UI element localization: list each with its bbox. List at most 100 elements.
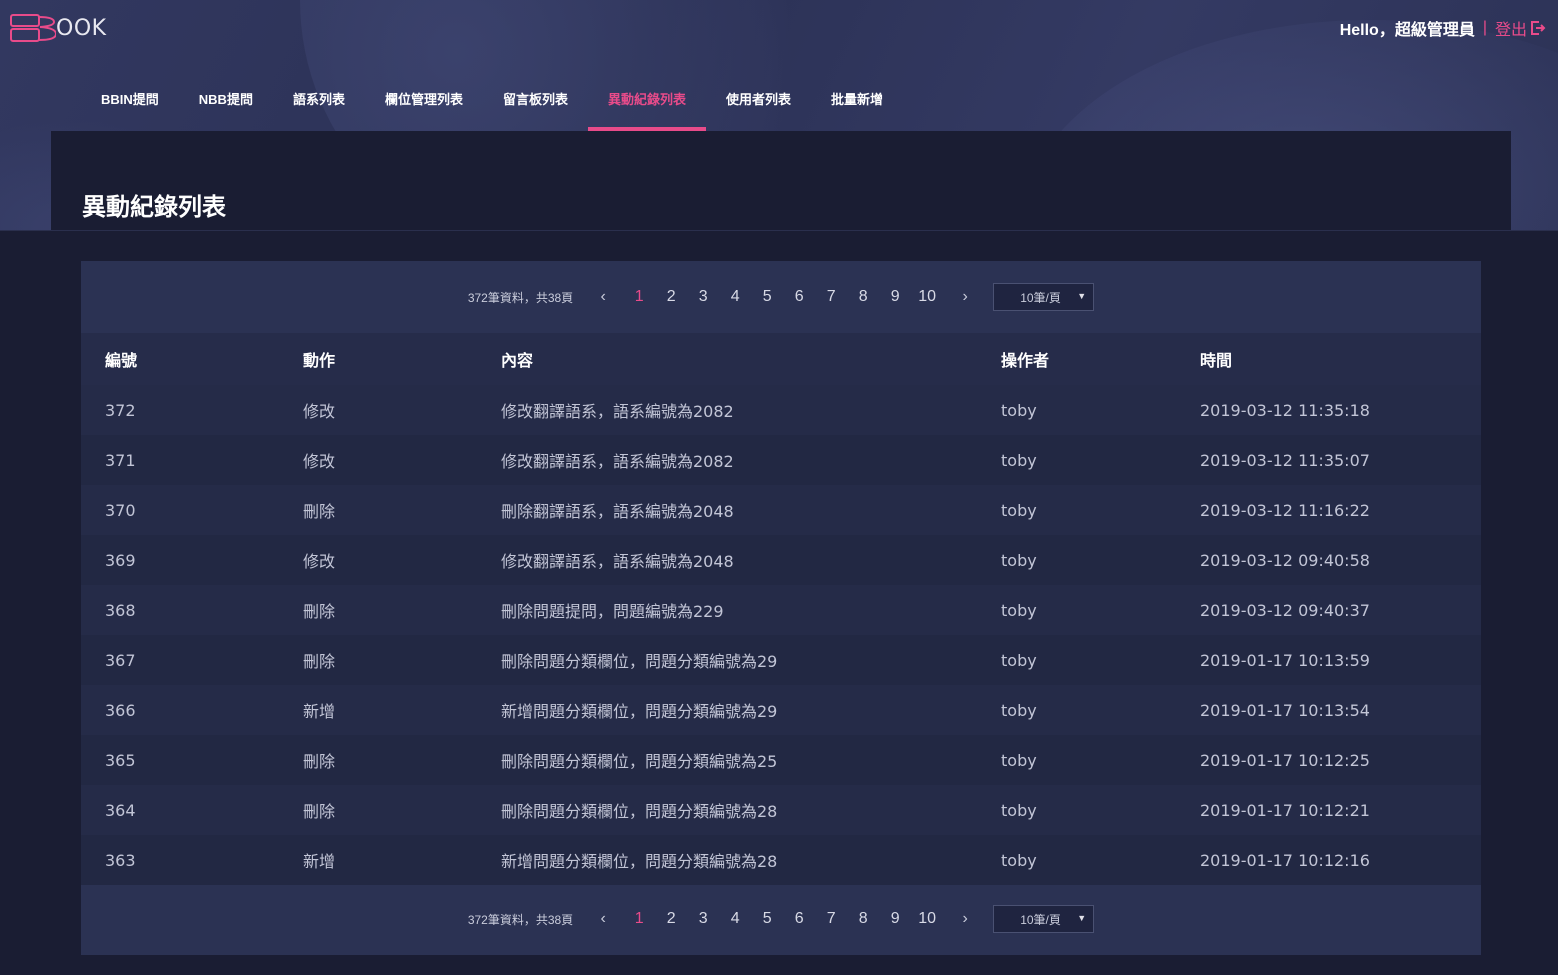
nav-item-fields[interactable]: 欄位管理列表	[365, 78, 483, 131]
cell-content: 新增問題分類欄位，問題分類編號為29	[501, 702, 778, 721]
page-number[interactable]: 3	[687, 288, 719, 306]
cell-action: 修改	[303, 402, 336, 421]
cell-content: 刪除問題分類欄位，問題分類編號為28	[501, 802, 778, 821]
pagination-bottom: 372筆資料，共38頁 ‹ 1 2 3 4 5 6 7 8 9 10 › 10筆…	[81, 883, 1481, 955]
table-row: 371 修改 修改翻譯語系，語系編號為2082 toby 2019-03-12 …	[81, 435, 1481, 485]
page-number[interactable]: 1	[623, 288, 655, 306]
cell-content: 新增問題分類欄位，問題分類編號為28	[501, 852, 778, 871]
cell-action: 刪除	[303, 502, 336, 521]
change-log-table: 編號 動作 內容 操作者 時間 372 修改 修改翻譯語系，語系編號為2082 …	[81, 333, 1481, 885]
user-area: Hello，超級管理員 | 登出	[1340, 16, 1546, 40]
column-header-action[interactable]: 動作	[279, 333, 477, 385]
page-title: 異動紀錄列表	[82, 194, 226, 221]
cell-operator: toby	[1001, 700, 1037, 720]
page-number[interactable]: 9	[879, 910, 911, 928]
table-row: 364 刪除 刪除問題分類欄位，問題分類編號為28 toby 2019-01-1…	[81, 785, 1481, 835]
page-number[interactable]: 9	[879, 288, 911, 306]
cell-time: 2019-03-12 09:40:37	[1200, 600, 1370, 620]
page-size-select[interactable]: 10筆/頁 ▼	[993, 905, 1095, 933]
cell-time: 2019-01-17 10:12:21	[1200, 800, 1370, 820]
header-banner: OOK Hello，超級管理員 | 登出 BBIN提問 NBB提問 語系列表 欄…	[0, 0, 1558, 231]
cell-operator: toby	[1001, 450, 1037, 470]
cell-time: 2019-01-17 10:13:54	[1200, 700, 1370, 720]
logout-icon	[1531, 21, 1546, 35]
cell-content: 修改翻譯語系，語系編號為2082	[501, 452, 734, 471]
cell-action: 新增	[303, 852, 336, 871]
cell-content: 刪除翻譯語系，語系編號為2048	[501, 502, 734, 521]
cell-operator: toby	[1001, 850, 1037, 870]
page-number[interactable]: 6	[783, 910, 815, 928]
chevron-left-icon[interactable]: ‹	[591, 910, 615, 928]
pagination-summary: 372筆資料，共38頁	[467, 912, 574, 927]
nav-item-message-board[interactable]: 留言板列表	[483, 78, 588, 131]
page-number[interactable]: 5	[751, 910, 783, 928]
cell-operator: toby	[1001, 650, 1037, 670]
cell-operator: toby	[1001, 400, 1037, 420]
cell-action: 刪除	[303, 752, 336, 771]
logout-link[interactable]: 登出	[1495, 16, 1546, 40]
caret-down-icon: ▼	[1077, 291, 1087, 301]
pagination-top: 372筆資料，共38頁 ‹ 1 2 3 4 5 6 7 8 9 10 › 10筆…	[81, 261, 1481, 333]
caret-down-icon: ▼	[1077, 913, 1087, 923]
cell-id: 371	[105, 450, 136, 470]
cell-operator: toby	[1001, 500, 1037, 520]
nav-item-languages[interactable]: 語系列表	[273, 78, 365, 131]
cell-id: 368	[105, 600, 136, 620]
page-size-select[interactable]: 10筆/頁 ▼	[993, 283, 1095, 311]
chevron-left-icon[interactable]: ‹	[591, 288, 615, 306]
table-row: 367 刪除 刪除問題分類欄位，問題分類編號為29 toby 2019-01-1…	[81, 635, 1481, 685]
cell-operator: toby	[1001, 550, 1037, 570]
nav-item-bbin[interactable]: BBIN提問	[81, 78, 179, 131]
page-number[interactable]: 7	[815, 288, 847, 306]
cell-time: 2019-01-17 10:13:59	[1200, 650, 1370, 670]
page-number[interactable]: 7	[815, 910, 847, 928]
cell-time: 2019-01-17 10:12:25	[1200, 750, 1370, 770]
main-nav: BBIN提問 NBB提問 語系列表 欄位管理列表 留言板列表 異動紀錄列表 使用…	[81, 78, 903, 131]
table-row: 369 修改 修改翻譯語系，語系編號為2048 toby 2019-03-12 …	[81, 535, 1481, 585]
table-row: 370 刪除 刪除翻譯語系，語系編號為2048 toby 2019-03-12 …	[81, 485, 1481, 535]
page-number[interactable]: 4	[719, 910, 751, 928]
cell-content: 刪除問題提問，問題編號為229	[501, 602, 724, 621]
book-logo-icon	[10, 14, 58, 42]
cell-content: 修改翻譯語系，語系編號為2048	[501, 552, 734, 571]
cell-id: 370	[105, 500, 136, 520]
page-number[interactable]: 10	[911, 288, 943, 306]
nav-item-batch-add[interactable]: 批量新增	[811, 78, 903, 131]
cell-id: 366	[105, 700, 136, 720]
cell-content: 刪除問題分類欄位，問題分類編號為29	[501, 652, 778, 671]
page-number[interactable]: 8	[847, 288, 879, 306]
page-number[interactable]: 3	[687, 910, 719, 928]
table-row: 372 修改 修改翻譯語系，語系編號為2082 toby 2019-03-12 …	[81, 385, 1481, 435]
greeting-text: Hello，超級管理員	[1339, 22, 1475, 39]
chevron-right-icon[interactable]: ›	[953, 288, 977, 306]
page-number[interactable]: 1	[623, 910, 655, 928]
cell-time: 2019-03-12 11:35:18	[1200, 400, 1370, 420]
cell-action: 刪除	[303, 602, 336, 621]
column-header-operator[interactable]: 操作者	[977, 333, 1176, 385]
cell-id: 367	[105, 650, 136, 670]
logo-text: OOK	[56, 15, 107, 41]
page-number[interactable]: 2	[655, 288, 687, 306]
page-number[interactable]: 5	[751, 288, 783, 306]
page-size-value: 10筆/頁	[1020, 912, 1061, 927]
nav-item-change-log[interactable]: 異動紀錄列表	[588, 78, 707, 131]
column-header-time[interactable]: 時間	[1176, 333, 1481, 385]
page-number[interactable]: 8	[847, 910, 879, 928]
pagination-summary: 372筆資料，共38頁	[467, 290, 574, 305]
app-logo[interactable]: OOK	[10, 14, 107, 42]
column-header-id[interactable]: 編號	[81, 333, 279, 385]
page-number[interactable]: 2	[655, 910, 687, 928]
cell-operator: toby	[1001, 800, 1037, 820]
cell-id: 364	[105, 800, 136, 820]
page-size-value: 10筆/頁	[1020, 290, 1061, 305]
page-number[interactable]: 10	[911, 910, 943, 928]
chevron-right-icon[interactable]: ›	[953, 910, 977, 928]
cell-action: 修改	[303, 552, 336, 571]
page-number[interactable]: 6	[783, 288, 815, 306]
cell-time: 2019-03-12 11:35:07	[1200, 450, 1370, 470]
nav-item-users[interactable]: 使用者列表	[706, 78, 811, 131]
cell-time: 2019-03-12 11:16:22	[1200, 500, 1370, 520]
nav-item-nbb[interactable]: NBB提問	[179, 78, 273, 131]
column-header-content[interactable]: 內容	[477, 333, 977, 385]
page-number[interactable]: 4	[719, 288, 751, 306]
